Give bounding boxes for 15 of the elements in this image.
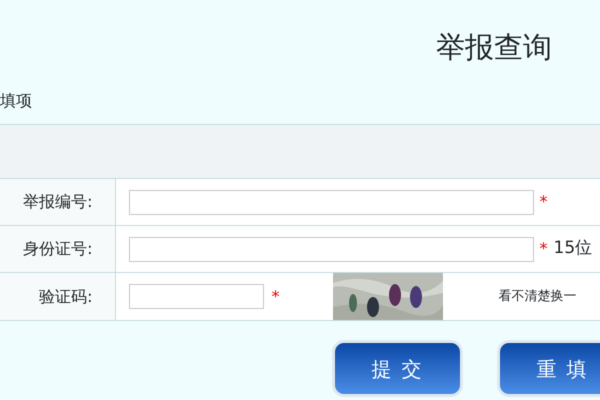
submit-button[interactable]: 提 交	[335, 343, 460, 394]
field-label: 身份证号:	[0, 226, 115, 272]
required-mark: *	[272, 286, 280, 308]
required-mark: *	[540, 238, 548, 260]
input-field[interactable]	[128, 284, 264, 309]
note-text: 填项	[0, 91, 32, 110]
field-label: 举报编号:	[0, 178, 115, 226]
hint-text: 15位	[554, 237, 592, 260]
required-mark: *	[540, 191, 548, 213]
reset-button[interactable]: 重 填	[500, 343, 600, 394]
field-label: 验证码:	[0, 272, 115, 320]
refresh-link[interactable]: 看不清楚换一	[498, 286, 576, 306]
page-title: 举报查询	[436, 30, 552, 64]
input-field[interactable]	[128, 236, 534, 262]
input-field[interactable]	[128, 190, 534, 214]
